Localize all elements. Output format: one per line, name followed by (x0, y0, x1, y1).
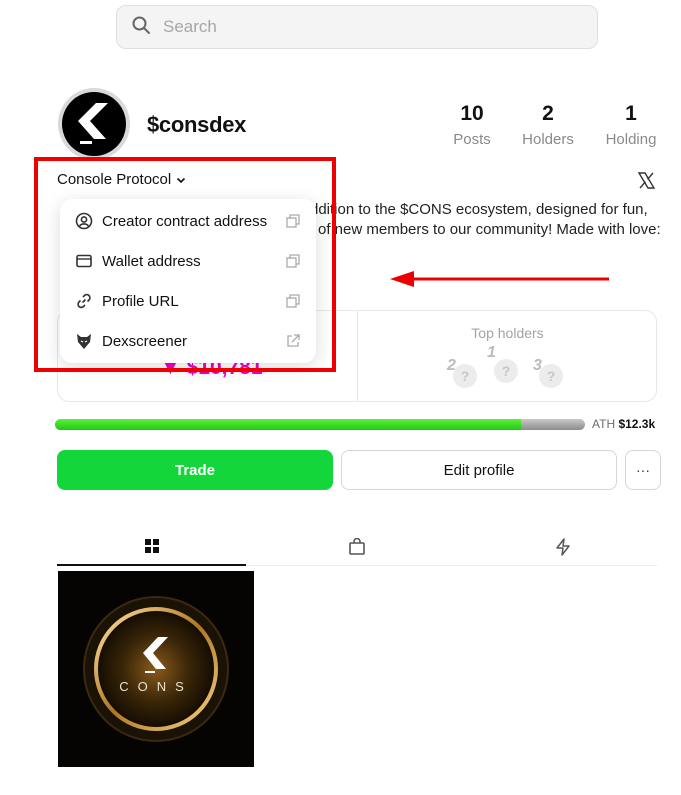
stat-label: Posts (453, 131, 491, 148)
divider (357, 311, 358, 401)
stat-holders[interactable]: 2 Holders (513, 102, 583, 148)
stat-label: Holding (605, 131, 657, 148)
cons-logo-icon (78, 103, 108, 144)
grid-icon (144, 539, 159, 553)
x-twitter-icon[interactable] (637, 171, 656, 190)
cons-post-image (58, 571, 254, 767)
stat-value: 2 (542, 102, 554, 125)
annotation-arrow-icon (390, 271, 609, 287)
bio-line: ddition to the $CONS ecosystem, designed… (310, 201, 648, 218)
holder-placeholder[interactable]: ? (453, 364, 477, 388)
ath-indicator: ATH $12.3k (592, 417, 655, 431)
profile-username: $consdex (147, 112, 247, 137)
post-logo-text: CONS (119, 679, 193, 694)
search-bar[interactable] (116, 5, 598, 49)
tab-activity[interactable] (468, 528, 657, 566)
stat-posts[interactable]: 10 Posts (437, 102, 507, 148)
edit-profile-button[interactable]: Edit profile (341, 450, 617, 490)
tab-posts[interactable] (57, 528, 246, 566)
ath-label: ATH (592, 417, 616, 431)
more-options-button[interactable]: ··· (625, 450, 661, 490)
tab-shop[interactable] (262, 528, 451, 566)
profile-tabs (57, 528, 657, 566)
stat-value: 10 (460, 102, 484, 125)
stat-label: Holders (522, 131, 574, 148)
stat-value: 1 (625, 102, 637, 125)
bio-line: of new members to our community! Made wi… (318, 221, 661, 238)
annotation-highlight-box (34, 157, 336, 372)
ath-value: $12.3k (618, 417, 656, 431)
search-input[interactable] (163, 17, 563, 37)
bonding-progress-bar (55, 419, 585, 430)
stat-holding[interactable]: 1 Holding (596, 102, 666, 148)
progress-fill (55, 419, 522, 430)
shopping-bag-icon (348, 538, 365, 555)
avatar[interactable] (58, 88, 130, 160)
holder-placeholder[interactable]: ? (539, 364, 563, 388)
trade-button[interactable]: Trade (57, 450, 333, 490)
profile-bio: ddition to the $CONS ecosystem, designed… (300, 200, 661, 240)
holder-placeholder[interactable]: ? (494, 359, 518, 383)
rank-number: 1 (487, 344, 496, 361)
top-holders-title: Top holders (471, 325, 544, 341)
search-icon (131, 15, 151, 40)
lightning-icon (555, 538, 570, 556)
post-thumbnail[interactable]: CONS (58, 571, 254, 767)
